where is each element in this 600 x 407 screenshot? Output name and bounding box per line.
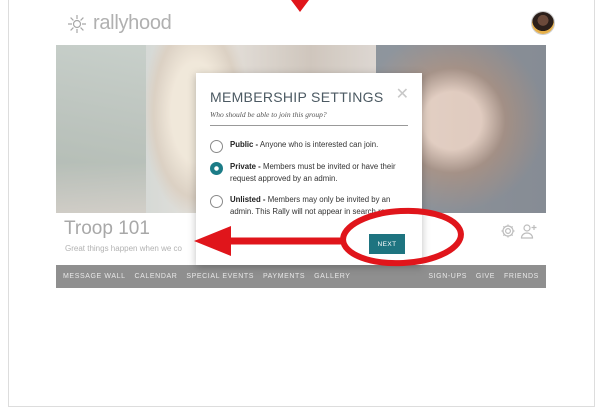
modal-subtitle: Who should be able to join this group? [210, 110, 327, 119]
option-label: Public - [230, 140, 259, 149]
membership-settings-modal: MEMBERSHIP SETTINGS ✕ Who should be able… [196, 73, 422, 265]
nav-message-wall[interactable]: MESSAGE WALL [63, 273, 126, 280]
top-bar: rallyhood [9, 0, 594, 42]
group-subtitle: Great things happen when we co [65, 244, 182, 253]
nav-payments[interactable]: PAYMENTS [263, 273, 305, 280]
add-member-icon[interactable] [520, 222, 538, 240]
radio-public[interactable] [210, 140, 223, 153]
group-nav: MESSAGE WALL CALENDAR SPECIAL EVENTS PAY… [56, 265, 546, 288]
user-avatar[interactable] [532, 12, 554, 34]
option-label: Unlisted - [230, 195, 266, 204]
nav-sign-ups[interactable]: SIGN-UPS [428, 273, 467, 280]
logo[interactable]: rallyhood [67, 12, 172, 35]
logo-icon [68, 14, 86, 33]
nav-special-events[interactable]: SPECIAL EVENTS [186, 273, 254, 280]
logo-text: rallyhood [93, 12, 172, 34]
divider [210, 125, 408, 126]
option-public[interactable]: Public - Anyone who is interested can jo… [210, 139, 406, 153]
option-desc: Anyone who is interested can join. [259, 140, 379, 149]
nav-gallery[interactable]: GALLERY [314, 273, 350, 280]
option-label: Private - [230, 162, 261, 171]
next-button[interactable]: NEXT [369, 234, 405, 254]
radio-private[interactable] [210, 162, 223, 175]
modal-title: MEMBERSHIP SETTINGS [210, 89, 384, 105]
close-icon[interactable]: ✕ [396, 87, 409, 103]
option-private[interactable]: Private - Members must be invited or hav… [210, 161, 406, 185]
radio-unlisted[interactable] [210, 195, 223, 208]
nav-give[interactable]: GIVE [476, 273, 495, 280]
nav-friends[interactable]: FRIENDS [504, 273, 539, 280]
gear-icon[interactable] [500, 223, 516, 239]
nav-calendar[interactable]: CALENDAR [135, 273, 178, 280]
group-title: Troop 101 [64, 218, 150, 239]
option-unlisted[interactable]: Unlisted - Members may only be invited b… [210, 194, 406, 218]
